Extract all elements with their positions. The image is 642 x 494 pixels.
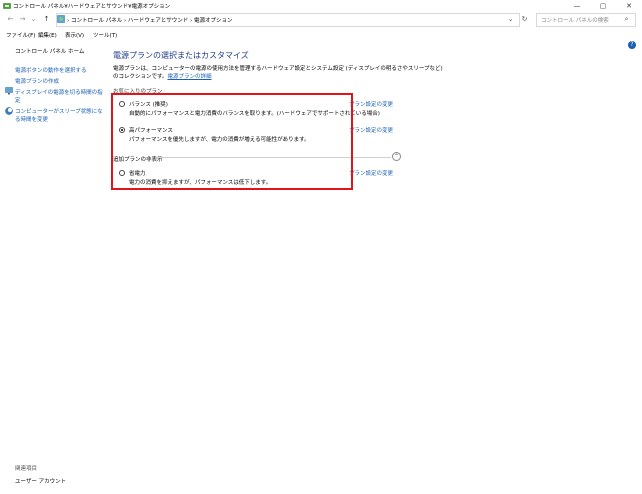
collapse-chevron-icon[interactable]: ⌃ xyxy=(392,152,401,161)
menu-view[interactable]: 表示(V) xyxy=(65,31,84,39)
help-icon[interactable]: ? xyxy=(628,41,636,49)
refresh-icon[interactable]: ↻ xyxy=(520,15,529,24)
sidebar-item-display-off-cont[interactable]: 定 xyxy=(15,96,21,104)
sidebar-item-sleep-cont[interactable]: る時間を変更 xyxy=(15,115,48,123)
search-icon[interactable]: ⌕ xyxy=(622,15,631,24)
sidebar-item-display-off[interactable]: ディスプレイの電源を切る時間の指 xyxy=(15,88,103,96)
display-icon xyxy=(5,87,13,95)
window-title: コントロール パネル¥ハードウェアとサウンド¥電源オプション xyxy=(13,4,171,10)
menu-tools[interactable]: ツール(T) xyxy=(93,31,117,39)
menu-edit[interactable]: 編集(E) xyxy=(38,31,57,39)
control-panel-home-link[interactable]: コントロール パネル ホーム xyxy=(15,47,84,55)
sleep-icon xyxy=(5,107,13,115)
sidebar-item-sleep[interactable]: コンピューターがスリープ状態にな xyxy=(15,107,103,115)
back-icon[interactable]: ← xyxy=(6,15,15,24)
forward-icon[interactable]: → xyxy=(18,15,27,24)
control-panel-icon xyxy=(57,15,65,23)
see-also-heading: 関連項目 xyxy=(15,466,38,472)
minimize-button[interactable]: — xyxy=(564,0,590,12)
power-saver-change-settings-link[interactable]: プラン設定の変更 xyxy=(349,169,393,177)
address-dropdown-icon[interactable]: ⌄ xyxy=(506,15,515,24)
maximize-button[interactable]: ▢ xyxy=(590,0,616,12)
description-line-2: のコレクションです。電源プランの詳細 xyxy=(113,72,211,80)
page-title: 電源プランの選択またはカスタマイズ xyxy=(113,51,249,60)
description-line-1: 電源プランは、コンピューターの電源の使用方法を管理するハードウェア設定とシステム… xyxy=(113,66,443,72)
sidebar-item-power-button[interactable]: 電源ボタンの動作を選択する xyxy=(15,66,87,74)
description-text: のコレクションです。 xyxy=(113,74,168,80)
breadcrumb[interactable]: › コントロール パネル › ハードウェアとサウンド › 電源オプション xyxy=(67,16,232,24)
close-button[interactable]: ✕ xyxy=(616,0,642,12)
highlight-box xyxy=(111,93,353,190)
title-bar: コントロール パネル¥ハードウェアとサウンド¥電源オプション — ▢ ✕ xyxy=(0,0,642,12)
menu-file[interactable]: ファイル(F) xyxy=(6,31,35,39)
recent-locations-icon[interactable]: ⌄ xyxy=(29,15,38,24)
sidebar-item-create-plan[interactable]: 電源プランの作成 xyxy=(15,77,59,85)
power-plan-details-link[interactable]: 電源プランの詳細 xyxy=(167,74,211,80)
high-performance-change-settings-link[interactable]: プラン設定の変更 xyxy=(349,126,393,134)
power-options-icon xyxy=(3,3,11,9)
up-icon[interactable]: ↑ xyxy=(42,15,51,24)
user-accounts-link[interactable]: ユーザー アカウント xyxy=(15,477,66,485)
search-placeholder: コントロール パネルの検索 xyxy=(541,18,609,24)
balanced-change-settings-link[interactable]: プラン設定の変更 xyxy=(349,100,393,108)
